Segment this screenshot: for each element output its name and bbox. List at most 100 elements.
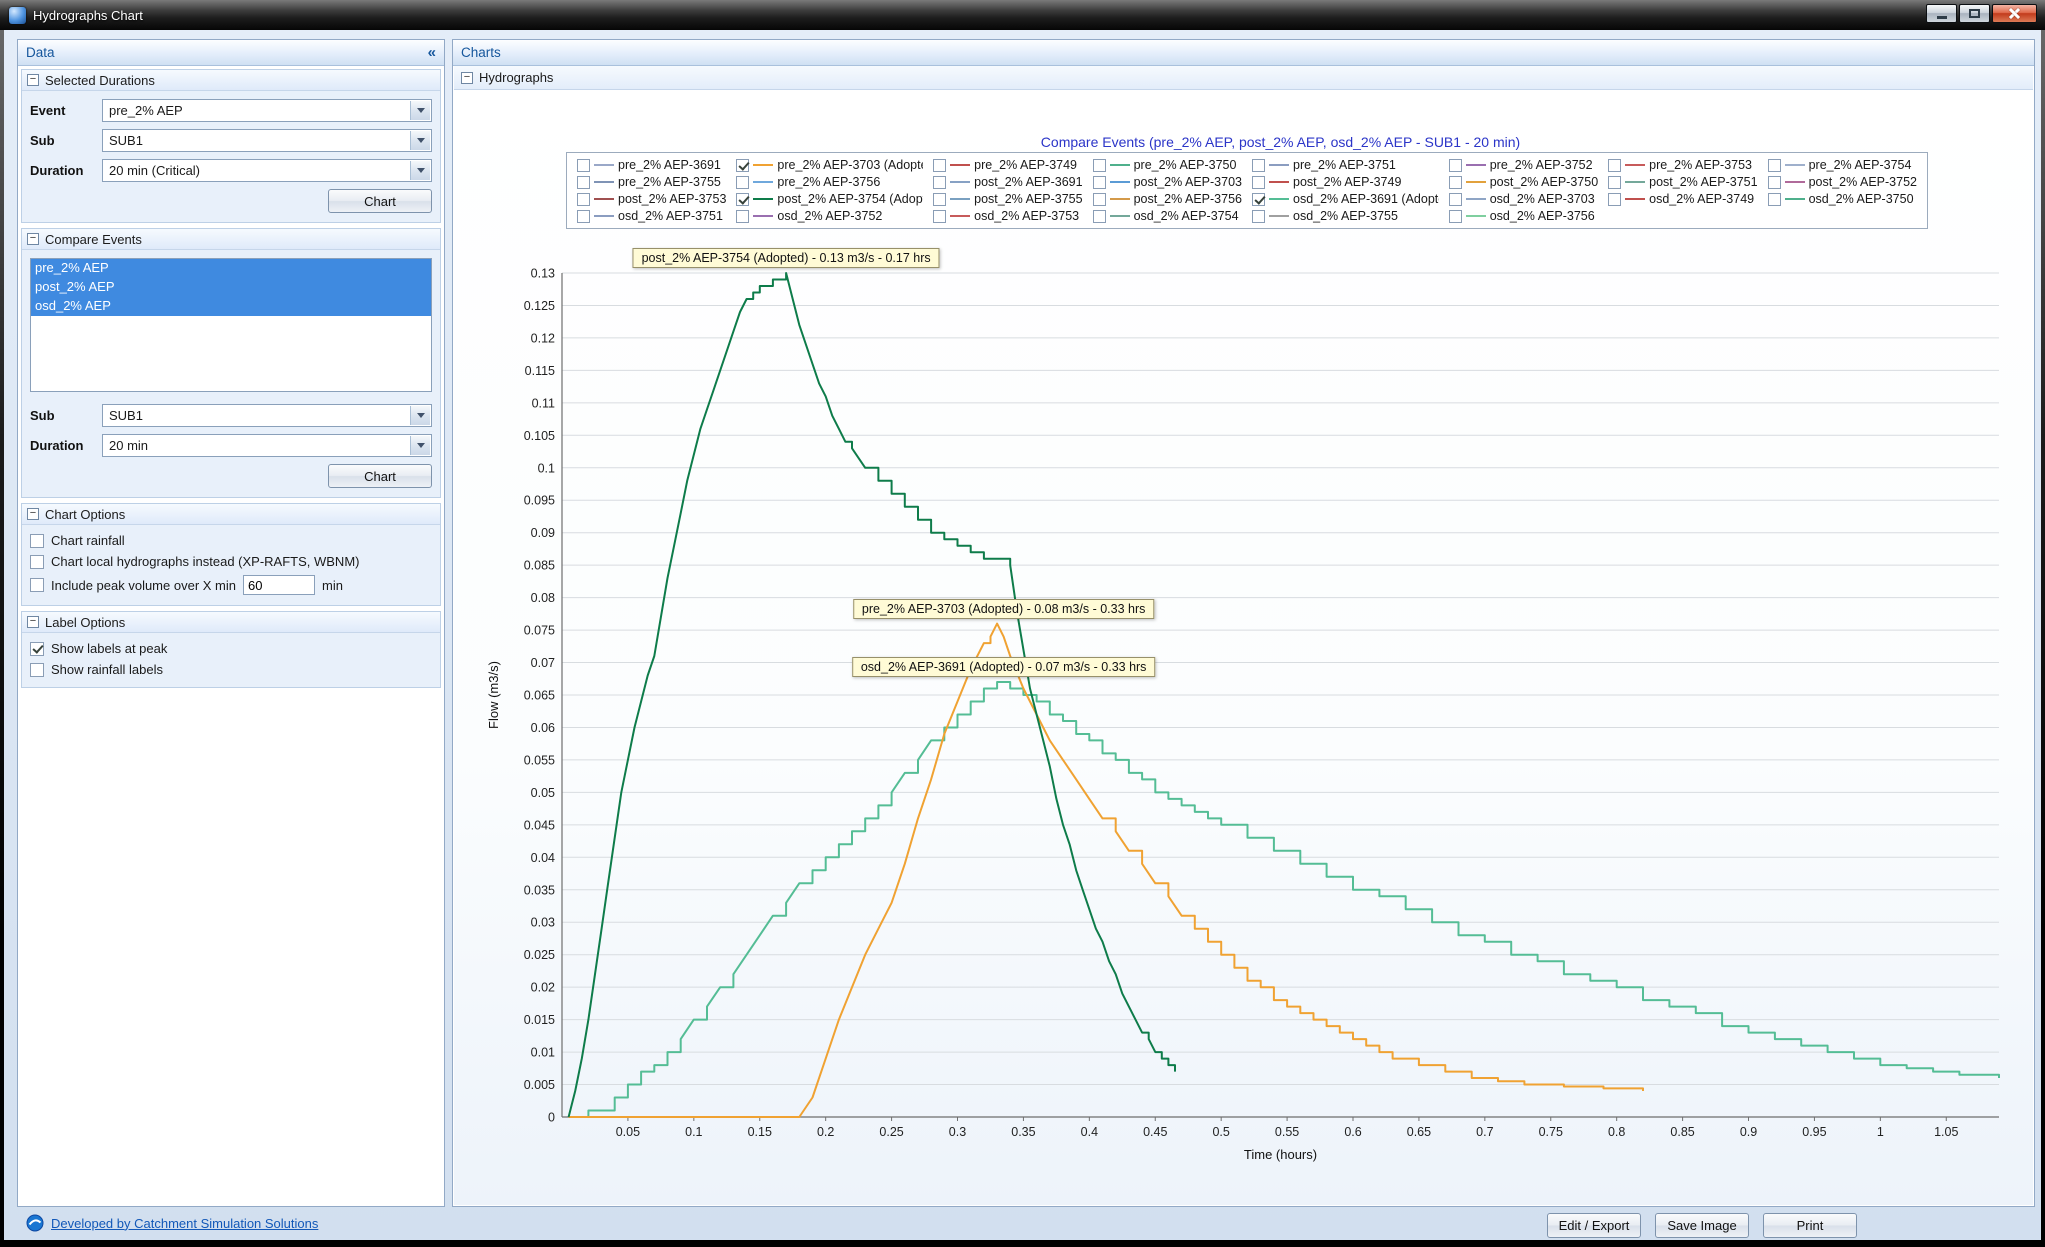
charts-panel: Charts − Hydrographs Compare Events (pre… <box>452 39 2035 1207</box>
duration-label: Duration <box>30 163 102 178</box>
dropdown-arrow-icon[interactable] <box>410 131 430 150</box>
show-rainfall-labels-checkbox[interactable] <box>30 663 44 677</box>
print-button[interactable]: Print <box>1763 1213 1857 1238</box>
svg-text:1.05: 1.05 <box>1934 1125 1958 1139</box>
svg-text:0.7: 0.7 <box>1476 1125 1493 1139</box>
chart-peak-tooltip: post_2% AEP-3754 (Adopted) - 0.13 m3/s -… <box>633 248 940 268</box>
show-labels-at-peak-label: Show labels at peak <box>51 641 167 656</box>
hydrographs-section-title: Hydrographs <box>479 70 553 85</box>
show-labels-at-peak-checkbox[interactable] <box>30 642 44 656</box>
compare-duration-combobox[interactable]: 20 min <box>102 434 432 457</box>
window-title: Hydrographs Chart <box>33 8 143 23</box>
edit-export-button[interactable]: Edit / Export <box>1547 1213 1641 1238</box>
include-peak-volume-over-x-min-suffix: min <box>322 578 343 593</box>
minimize-button[interactable] <box>1926 4 1957 23</box>
collapse-section-icon[interactable]: − <box>27 616 39 628</box>
collapse-data-panel-button[interactable]: « <box>428 44 436 61</box>
svg-text:0.1: 0.1 <box>538 461 555 475</box>
csoft-logo-icon <box>26 1214 44 1232</box>
chart-rainfall-row: Chart rainfall <box>30 533 432 548</box>
svg-text:0.65: 0.65 <box>1407 1125 1431 1139</box>
svg-text:0.075: 0.075 <box>524 624 555 638</box>
compare-events-item[interactable]: pre_2% AEP <box>31 259 431 278</box>
show-rainfall-labels-label: Show rainfall labels <box>51 662 163 677</box>
compare-events-item[interactable]: osd_2% AEP <box>31 297 431 316</box>
close-button[interactable] <box>1992 4 2037 23</box>
compare-events-list[interactable]: pre_2% AEPpost_2% AEPosd_2% AEP <box>30 258 432 392</box>
app-window: Hydrographs Chart Data « − Selected Dura… <box>0 0 2045 1247</box>
collapse-section-icon[interactable]: − <box>27 508 39 520</box>
svg-text:0.085: 0.085 <box>524 559 555 573</box>
developer-credit-link[interactable]: Developed by Catchment Simulation Soluti… <box>51 1216 318 1231</box>
maximize-button[interactable] <box>1959 4 1990 23</box>
chart-rainfall-label: Chart rainfall <box>51 533 125 548</box>
data-panel-body: − Selected Durations Event pre_2% AEP Su… <box>18 66 444 696</box>
duration-label: Duration <box>30 438 102 453</box>
charts-panel-header: Charts <box>453 40 2034 66</box>
svg-text:0.07: 0.07 <box>531 656 555 670</box>
svg-text:0.02: 0.02 <box>531 981 555 995</box>
event-combobox[interactable]: pre_2% AEP <box>102 99 432 122</box>
sub-combobox[interactable]: SUB1 <box>102 129 432 152</box>
minimize-icon <box>1937 16 1947 19</box>
svg-text:0.8: 0.8 <box>1608 1125 1625 1139</box>
sub-combobox-value: SUB1 <box>109 133 143 148</box>
chart-local-hydrographs-instead-xp-rafts-wbnm-checkbox[interactable] <box>30 555 44 569</box>
compare-sub-combobox-value: SUB1 <box>109 408 143 423</box>
svg-text:0.6: 0.6 <box>1344 1125 1361 1139</box>
chart-rainfall-checkbox[interactable] <box>30 534 44 548</box>
event-combobox-value: pre_2% AEP <box>109 103 183 118</box>
compare-events-chart-button[interactable]: Chart <box>328 464 432 488</box>
include-peak-volume-over-x-min-row: Include peak volume over X minmin <box>30 575 432 595</box>
include-peak-volume-over-x-min-input[interactable] <box>243 575 315 595</box>
collapse-section-icon[interactable]: − <box>27 233 39 245</box>
selected-durations-header: − Selected Durations <box>22 70 440 91</box>
collapse-section-icon[interactable]: − <box>461 72 473 84</box>
chart-local-hydrographs-instead-xp-rafts-wbnm-row: Chart local hydrographs instead (XP-RAFT… <box>30 554 432 569</box>
selected-durations-chart-button[interactable]: Chart <box>328 189 432 213</box>
svg-text:0: 0 <box>548 1111 555 1125</box>
include-peak-volume-over-x-min-checkbox[interactable] <box>30 578 44 592</box>
chart-region: Compare Events (pre_2% AEP, post_2% AEP,… <box>454 90 2033 1205</box>
svg-text:0.95: 0.95 <box>1802 1125 1826 1139</box>
duration-combobox[interactable]: 20 min (Critical) <box>102 159 432 182</box>
svg-text:0.055: 0.055 <box>524 753 555 767</box>
svg-text:0.45: 0.45 <box>1143 1125 1167 1139</box>
save-image-button[interactable]: Save Image <box>1655 1213 1749 1238</box>
dropdown-arrow-icon[interactable] <box>410 161 430 180</box>
svg-text:0.05: 0.05 <box>531 786 555 800</box>
section-chart-options: − Chart Options Chart rainfallChart loca… <box>21 503 441 606</box>
svg-text:0.025: 0.025 <box>524 948 555 962</box>
svg-text:0.1: 0.1 <box>685 1125 702 1139</box>
footer-credit: Developed by Catchment Simulation Soluti… <box>26 1214 318 1232</box>
hydrographs-section-header: − Hydrographs <box>454 66 2033 90</box>
compare-events-header: − Compare Events <box>22 229 440 250</box>
event-label: Event <box>30 103 102 118</box>
compare-sub-combobox[interactable]: SUB1 <box>102 404 432 427</box>
svg-text:0.12: 0.12 <box>531 331 555 345</box>
duration-combobox-value: 20 min (Critical) <box>109 163 200 178</box>
svg-text:0.35: 0.35 <box>1011 1125 1035 1139</box>
svg-text:0.2: 0.2 <box>817 1125 834 1139</box>
svg-text:0.035: 0.035 <box>524 883 555 897</box>
dropdown-arrow-icon[interactable] <box>410 436 430 455</box>
svg-text:0.115: 0.115 <box>525 364 555 378</box>
svg-text:0.03: 0.03 <box>531 916 555 930</box>
sub-label: Sub <box>30 133 102 148</box>
compare-events-item[interactable]: post_2% AEP <box>31 278 431 297</box>
svg-text:0.11: 0.11 <box>532 396 555 410</box>
svg-text:0.09: 0.09 <box>531 526 555 540</box>
window-titlebar: Hydrographs Chart <box>0 0 2045 30</box>
svg-text:Flow (m3/s): Flow (m3/s) <box>486 661 501 729</box>
collapse-section-icon[interactable]: − <box>27 74 39 86</box>
app-icon <box>9 7 26 24</box>
dropdown-arrow-icon[interactable] <box>410 406 430 425</box>
svg-text:0.55: 0.55 <box>1275 1125 1299 1139</box>
selected-durations-title: Selected Durations <box>45 73 155 88</box>
data-panel-header: Data « <box>18 40 444 66</box>
svg-text:0.105: 0.105 <box>524 429 555 443</box>
dropdown-arrow-icon[interactable] <box>410 101 430 120</box>
svg-text:0.01: 0.01 <box>531 1046 555 1060</box>
section-label-options: − Label Options Show labels at peak Show … <box>21 611 441 688</box>
label-options-header: − Label Options <box>22 612 440 633</box>
